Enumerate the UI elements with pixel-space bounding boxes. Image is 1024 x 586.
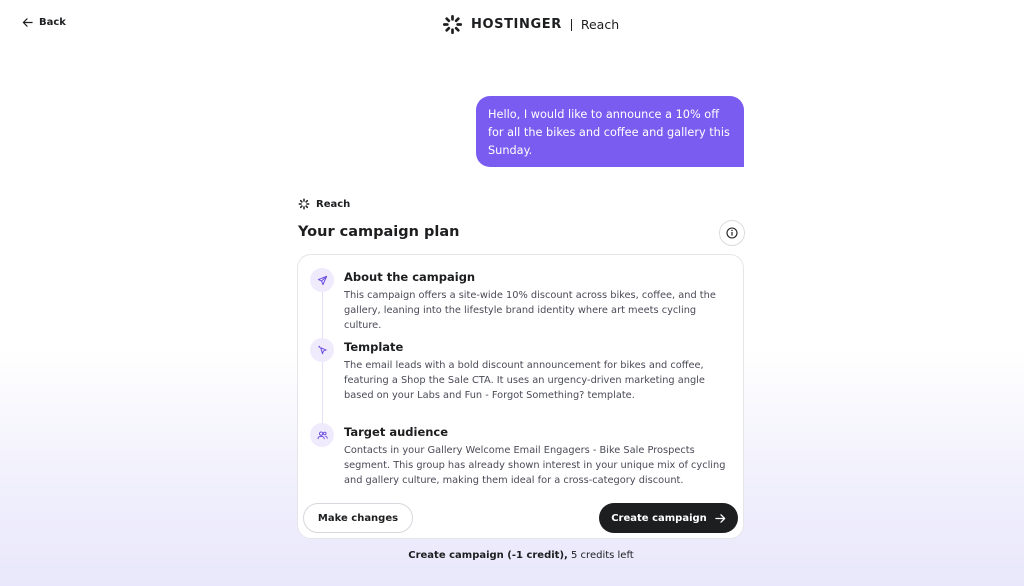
info-button[interactable] xyxy=(719,220,745,246)
back-link[interactable]: Back xyxy=(22,17,66,28)
template-cursor-icon xyxy=(310,338,334,362)
arrow-right-icon xyxy=(715,513,726,523)
brand-product: Reach xyxy=(580,17,620,32)
brand-divider xyxy=(570,18,572,31)
arrow-left-icon xyxy=(22,18,33,27)
plan-section-audience: Target audience Contacts in your Gallery… xyxy=(310,423,740,488)
section-body: The email leads with a bold discount ann… xyxy=(344,360,705,401)
assistant-label: Reach xyxy=(298,198,350,210)
info-icon xyxy=(726,227,738,239)
section-body: Contacts in your Gallery Welcome Email E… xyxy=(344,445,726,486)
create-campaign-button[interactable]: Create campaign xyxy=(599,503,738,533)
make-changes-button[interactable]: Make changes xyxy=(303,503,413,533)
brand-header: HOSTINGER Reach xyxy=(442,14,619,35)
reach-spinner-icon xyxy=(298,198,310,210)
plan-title: Your campaign plan xyxy=(298,224,460,240)
plan-section-template: Template The email leads with a bold dis… xyxy=(310,338,740,403)
back-label: Back xyxy=(39,17,66,28)
user-message-bubble: Hello, I would like to announce a 10% of… xyxy=(476,96,744,167)
brand-name: HOSTINGER xyxy=(471,17,562,32)
hostinger-logo-icon xyxy=(442,14,463,35)
create-campaign-label: Create campaign xyxy=(611,512,707,524)
section-title: Template xyxy=(344,340,404,354)
section-body: This campaign offers a site-wide 10% dis… xyxy=(344,290,716,331)
plan-section-about: About the campaign This campaign offers … xyxy=(310,268,740,333)
section-title: Target audience xyxy=(344,425,449,439)
campaign-plan-card: About the campaign This campaign offers … xyxy=(297,254,744,539)
credits-note: Create campaign (-1 credit), 5 credits l… xyxy=(0,550,1024,561)
credits-note-rest: 5 credits left xyxy=(567,550,634,561)
assistant-name: Reach xyxy=(316,198,351,210)
section-title: About the campaign xyxy=(344,270,476,284)
send-icon xyxy=(310,268,334,292)
users-icon xyxy=(310,423,334,447)
credits-note-strong: Create campaign (-1 credit), xyxy=(408,550,568,561)
